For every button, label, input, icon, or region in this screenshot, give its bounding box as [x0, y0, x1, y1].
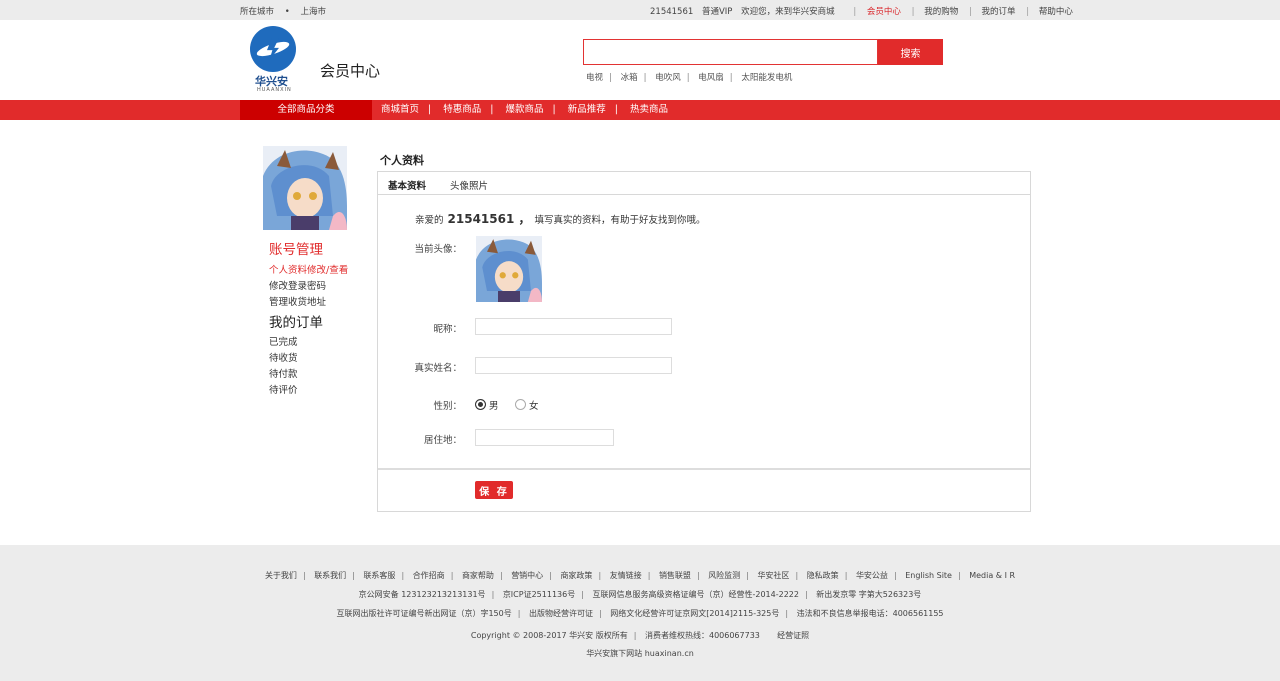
footer-sites: 华兴安旗下网站 huaxinan.cn [586, 649, 694, 658]
footer-licenses-2: 互联网出版社许可证编号新出网证（京）字150号 | 出版物经营许可证 | 网络文化经… [336, 609, 944, 618]
hot-word-fan[interactable]: 电风扇 [698, 73, 724, 83]
nav-item-new[interactable]: 新品推荐 [568, 104, 606, 115]
gender-female-label: 女 [529, 401, 539, 412]
greeting-username: 21541561 ， [447, 212, 531, 226]
search-button[interactable]: 搜索 [878, 39, 943, 65]
sidebar-item-completed[interactable]: 已完成 [269, 334, 298, 348]
city-label: 所在城市 [240, 7, 275, 17]
footer-link-community[interactable]: 华安社区 [757, 571, 789, 580]
page-title: 会员中心 [320, 62, 381, 80]
logo-subtext: HUAANXIN [257, 87, 292, 93]
footer-copyright: Copyright © 2008-2017 华兴安 版权所有 | 消费者维权热线：… [470, 631, 810, 640]
footer-licenses-1: 京公网安备 12312321321313​1号 | 京ICP证2511136号 | … [358, 590, 922, 599]
footer-license-text: 互联网信息服务高级资格证编号（京）经营性-2014-2222 [592, 590, 799, 599]
sidebar-heading-orders: 我的订单 [269, 315, 323, 331]
footer-link-marketing[interactable]: 营销中心 [511, 571, 543, 580]
nav-item-home[interactable]: 商城首页 [381, 104, 419, 115]
profile-tabs: 基本资料 头像照片 [378, 172, 1030, 195]
label-realname: 真实姓名： [414, 363, 462, 374]
footer: 关于我们 | 联系我们 | 联系客服 | 合作招商 | 商家帮助 | 营销中心 | 商家政策… [0, 545, 1280, 681]
residence-field[interactable] [475, 429, 614, 446]
vip-badge: 普通VIP [701, 7, 733, 17]
sidebar-item-to-receive[interactable]: 待收货 [269, 350, 298, 364]
city-selector[interactable]: 所在城市 • 上海市 [240, 5, 334, 17]
welcome-text: 欢迎您，来到华兴安商城 [741, 7, 835, 17]
save-button[interactable]: 保 存 [475, 481, 513, 499]
link-my-orders[interactable]: 我的订单 [982, 7, 1016, 17]
footer-links: 关于我们 | 联系我们 | 联系客服 | 合作招商 | 商家帮助 | 营销中心 | 商家政策… [264, 571, 1016, 580]
link-help-center[interactable]: 帮助中心 [1039, 7, 1073, 17]
gender-male-radio[interactable] [475, 399, 486, 410]
hot-word-solar-generator[interactable]: 太阳能发电机 [741, 73, 792, 83]
divider [378, 468, 1030, 470]
footer-link-media[interactable]: Media & I R [969, 571, 1015, 580]
footer-link-risk[interactable]: 风险监测 [708, 571, 740, 580]
copyright-text: Copyright © 2008-2017 华兴安 版权所有 [470, 631, 628, 640]
nickname-field[interactable] [475, 318, 672, 335]
top-bar: 所在城市 • 上海市 21541561 普通VIP 欢迎您，来到华兴安商城 | … [0, 0, 1280, 20]
link-member-center[interactable]: 会员中心 [867, 7, 901, 17]
nav-item-bestsellers[interactable]: 热卖商品 [630, 104, 668, 115]
nav-item-specials[interactable]: 特惠商品 [443, 104, 481, 115]
link-my-shopping[interactable]: 我的购物 [924, 7, 958, 17]
section-title: 个人资料 [380, 154, 424, 167]
footer-license-text: 互联网出版社许可证编号新出网证（京）字150号 [336, 609, 512, 618]
footer-link-charity[interactable]: 华安公益 [856, 571, 888, 580]
label-residence: 居住地： [423, 435, 462, 446]
footer-license-text: 网络文化经营许可证京网文[2014]2115-325号 [610, 609, 780, 618]
footer-link-partners[interactable]: 合作招商 [413, 571, 445, 580]
nav-item-hot-items[interactable]: 爆款商品 [506, 104, 544, 115]
sidebar-item-to-pay[interactable]: 待付款 [269, 366, 298, 380]
sidebar-item-to-review[interactable]: 待评价 [269, 382, 298, 396]
footer-link-support[interactable]: 联系客服 [363, 571, 395, 580]
greeting-message: 填写真实的资料，有助于好友找到你哦。 [534, 215, 706, 226]
footer-link-english[interactable]: English Site [905, 571, 952, 580]
business-license-link[interactable]: 经营证照 [777, 631, 809, 640]
avatar [263, 146, 347, 230]
footer-link-friends[interactable]: 友情链接 [610, 571, 642, 580]
greeting: 亲爱的 21541561 ，填写真实的资料，有助于好友找到你哦。 [415, 210, 706, 227]
tab-basic-info[interactable]: 基本资料 [388, 178, 426, 192]
city-name[interactable]: 上海市 [300, 7, 326, 17]
label-gender: 性别： [433, 401, 462, 412]
sidebar-item-profile[interactable]: 个人资料修改/查看 [269, 262, 348, 276]
greeting-prefix: 亲爱的 [415, 215, 444, 226]
gender-male-label: 男 [489, 401, 499, 412]
hot-word-fridge[interactable]: 冰箱 [621, 73, 638, 83]
footer-license-text: 京公网安备 12312321321313​1号 [358, 590, 486, 599]
footer-link-policy[interactable]: 商家政策 [560, 571, 592, 580]
all-categories-button[interactable]: 全部商品分类 [240, 100, 372, 120]
footer-link-privacy[interactable]: 隐私政策 [807, 571, 839, 580]
current-avatar-image [476, 236, 542, 302]
footer-link-affiliates[interactable]: 销售联盟 [659, 571, 691, 580]
main-nav: 全部商品分类 商城首页 | 特惠商品 | 爆款商品 | 新品推荐 | 热卖商品 [0, 100, 1280, 120]
gender-female-radio[interactable] [515, 399, 526, 410]
footer-license-text: 违法和不良信息举报电话：4006561155 [796, 609, 944, 618]
sidebar-heading-account: 账号管理 [269, 242, 323, 258]
footer-link-merchant-help[interactable]: 商家帮助 [462, 571, 494, 580]
footer-license-text: 新出发京零 字第大526323号 [816, 590, 922, 599]
sidebar-item-password[interactable]: 修改登录密码 [269, 278, 326, 292]
tab-avatar-photo[interactable]: 头像照片 [450, 178, 488, 192]
hotline-text: 消费者维权热线：4006067733 [644, 631, 760, 640]
footer-link-contact[interactable]: 联系我们 [314, 571, 346, 580]
dot-separator: • [284, 7, 290, 17]
footer-license-text: 京ICP证2511136号 [502, 590, 576, 599]
realname-field[interactable] [475, 357, 672, 374]
top-links: 21541561 普通VIP 欢迎您，来到华兴安商城 | 会员中心 | 我的购物… [650, 7, 1073, 17]
footer-license-text: 出版物经营许可证 [529, 609, 593, 618]
label-nickname: 昵称： [433, 324, 462, 335]
logo-icon[interactable] [250, 26, 296, 72]
footer-link-about[interactable]: 关于我们 [265, 571, 297, 580]
hot-word-hairdryer[interactable]: 电吹风 [655, 73, 681, 83]
user-id: 21541561 [650, 7, 694, 17]
label-avatar: 当前头像： [414, 244, 462, 255]
hot-word-tv[interactable]: 电视 [586, 73, 603, 83]
hot-search-words: 电视 | 冰箱 | 电吹风 | 电风扇 | 太阳能发电机 [586, 73, 793, 83]
search-input[interactable] [583, 39, 878, 65]
sidebar-item-address[interactable]: 管理收货地址 [269, 294, 326, 308]
